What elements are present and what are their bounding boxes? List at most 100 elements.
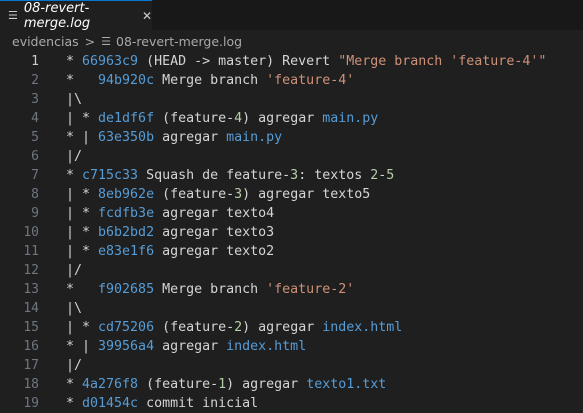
line-number: 1 [0,52,39,71]
token: |\ [66,92,82,107]
line-number: 18 [0,375,39,394]
token: commit inicial [138,396,258,411]
line-number: 7 [0,166,39,185]
token: 66963c9 [82,54,138,69]
token: (feature- [154,111,234,126]
token: |/ [66,263,82,278]
code-line[interactable]: 17|/ [0,356,583,375]
token: 4a276f8 [82,377,138,392]
token: Squash de feature- [138,168,290,183]
token: d01454c [82,396,138,411]
token: |\ [66,301,82,316]
token: 8eb962e [98,187,154,202]
token: Merge branch [154,282,266,297]
line-number: 6 [0,147,39,166]
code-line[interactable]: 12|/ [0,261,583,280]
line-text: * f902685 Merge branch 'feature-2' [66,280,354,299]
token: * [66,282,98,297]
token: | * [66,111,98,126]
token: fcdfb3e [98,206,154,221]
token: (feature- [138,377,218,392]
token: | * [66,206,98,221]
lines-icon: ☰ [8,9,18,22]
token: texto1.txt [306,377,386,392]
token: index.html [322,320,402,335]
line-number: 8 [0,185,39,204]
line-text: * 4a276f8 (feature-1) agregar texto1.txt [66,375,386,394]
code-line[interactable]: 10 | * b6b2bd2 agregar texto3 [0,223,583,242]
line-number: 9 [0,204,39,223]
line-number: 3 [0,90,39,109]
breadcrumb-folder[interactable]: evidencias [12,34,79,49]
line-number: 2 [0,71,39,90]
token: Merge branch [154,73,266,88]
token: * [66,396,82,411]
token: 3 [290,168,298,183]
line-text: |\ [66,299,82,318]
token: | * [66,187,98,202]
code-line[interactable]: 16* | 39956a4 agregar index.html [0,337,583,356]
code-line[interactable]: 8 | * 8eb962e (feature-3) agregar texto5 [0,185,583,204]
line-number: 17 [0,356,39,375]
code-line[interactable]: 14|\ [0,299,583,318]
token: 4 [234,111,242,126]
breadcrumb-separator: > [85,34,95,49]
code-line[interactable]: 13 * f902685 Merge branch 'feature-2' [0,280,583,299]
editor-area[interactable]: 1 * 66963c9 (HEAD -> master) Revert "Merg… [0,52,583,412]
token: b6b2bd2 [98,225,154,240]
code-line[interactable]: 6 |/ [0,147,583,166]
code-line[interactable]: 19* d01454c commit inicial [0,394,583,413]
token: index.html [226,339,306,354]
code-line[interactable]: 1 * 66963c9 (HEAD -> master) Revert "Merg… [0,52,583,71]
line-text: |/ [66,261,82,280]
token: | * [66,244,98,259]
breadcrumb-file[interactable]: 08-revert-merge.log [116,34,242,49]
token: * [66,73,98,88]
token: ) agregar [242,320,322,335]
line-text: * d01454c commit inicial [66,394,258,413]
code-line[interactable]: 3 |\ [0,90,583,109]
line-number: 10 [0,223,39,242]
close-icon[interactable]: ✕ [142,9,152,23]
token: 39956a4 [98,339,154,354]
token: 'feature-4' [266,73,354,88]
token: main.py [322,111,378,126]
code-line[interactable]: 5* | 63e350b agregar main.py [0,128,583,147]
token: * | [66,130,98,145]
token: "Merge branch 'feature-4'" [338,54,546,69]
token: c715c33 [82,168,138,183]
line-number: 13 [0,280,39,299]
code-line[interactable]: 2 * 94b920c Merge branch 'feature-4' [0,71,583,90]
token: de1df6f [98,111,154,126]
code-line[interactable]: 7 * c715c33 Squash de feature-3: textos 2… [0,166,583,185]
line-number: 16 [0,337,39,356]
line-text: | * fcdfb3e agregar texto4 [66,204,274,223]
code-line[interactable]: 15| * cd75206 (feature-2) agregar index.… [0,318,583,337]
token: f902685 [98,282,154,297]
token: agregar texto3 [154,225,274,240]
line-text: | * 8eb962e (feature-3) agregar texto5 [66,185,370,204]
line-text: * c715c33 Squash de feature-3: textos 2-… [66,166,394,185]
token: (feature- [154,320,234,335]
lines-icon: ☰ [101,35,111,48]
token: : textos [298,168,370,183]
line-number: 5 [0,128,39,147]
code-line[interactable]: 11| * e83e1f6 agregar texto2 [0,242,583,261]
token: agregar texto2 [154,244,274,259]
code-line[interactable]: 4| * de1df6f (feature-4) agregar main.py [0,109,583,128]
token: e83e1f6 [98,244,154,259]
breadcrumb: evidencias > ☰ 08-revert-merge.log [0,30,583,52]
editor-tab[interactable]: ☰ 08-revert-merge.log ✕ [0,0,152,30]
token: agregar texto4 [154,206,274,221]
token: | * [66,225,98,240]
token: agregar [154,130,226,145]
token: * [66,54,82,69]
code-line[interactable]: 9 | * fcdfb3e agregar texto4 [0,204,583,223]
line-text: * 66963c9 (HEAD -> master) Revert "Merge… [66,52,546,71]
token: * | [66,339,98,354]
line-text: |/ [66,147,82,166]
line-number: 15 [0,318,39,337]
token: 94b920c [98,73,154,88]
token: ) agregar texto5 [242,187,370,202]
code-line[interactable]: 18 * 4a276f8 (feature-1) agregar texto1.t… [0,375,583,394]
